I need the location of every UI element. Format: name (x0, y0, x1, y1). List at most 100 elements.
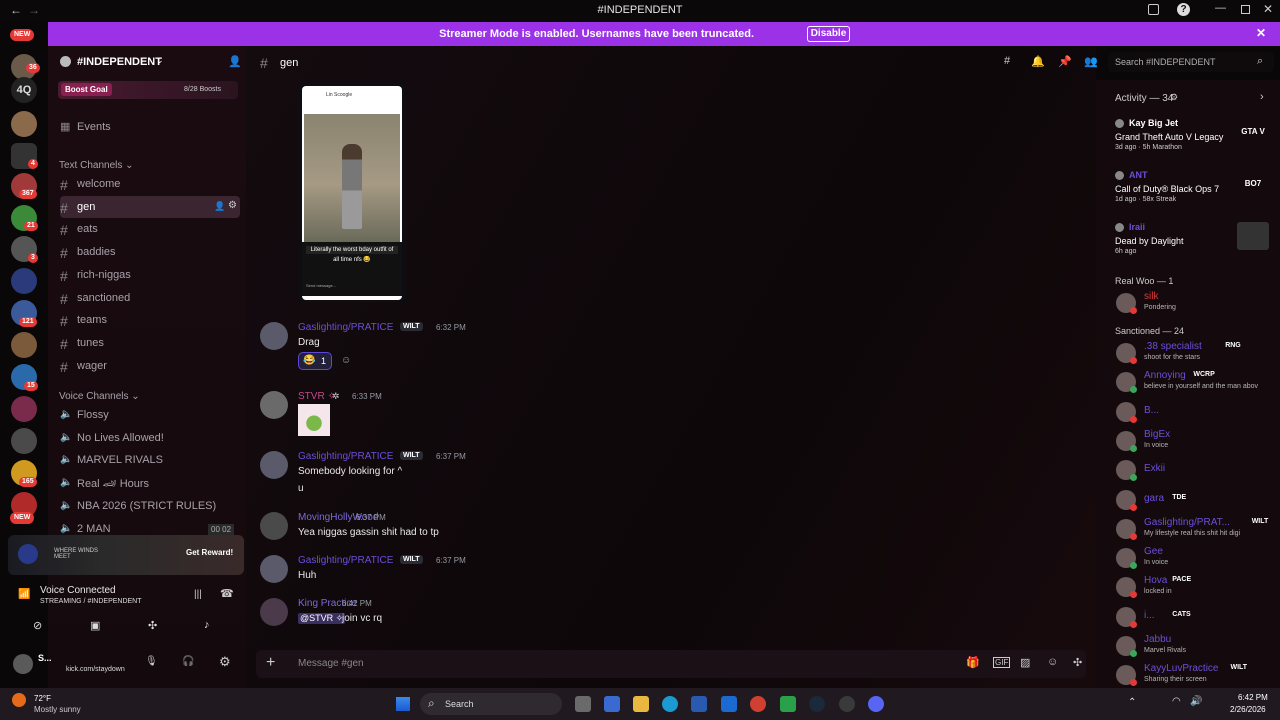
member-item[interactable]: B... (1096, 399, 1280, 429)
member-item[interactable]: Jabbu Marvel Rivals (1096, 633, 1280, 663)
gear-icon[interactable]: ⚙ (219, 654, 231, 670)
server-icon[interactable] (11, 428, 37, 454)
avatar[interactable] (1115, 119, 1124, 128)
chevron-right-icon[interactable]: › (1260, 91, 1264, 103)
member-item[interactable]: Hova PACE locked in (1096, 574, 1280, 604)
gift-icon[interactable]: 🎁 (966, 656, 980, 669)
channel-item-tunes[interactable]: # tunes (60, 332, 240, 354)
volume-icon[interactable]: 🔊 (1190, 696, 1202, 707)
message-author[interactable]: Gaslighting/PRATICE (298, 555, 393, 566)
channel-item-eats[interactable]: # eats (60, 218, 240, 240)
avatar[interactable] (13, 654, 33, 674)
channel-item-welcome[interactable]: # welcome (60, 173, 240, 195)
avatar[interactable] (260, 598, 288, 626)
channel-item-gen[interactable]: # gen 👤 ⚙ (60, 195, 240, 218)
clock-date[interactable]: 2/26/2026 (1230, 705, 1266, 714)
app-icon[interactable] (604, 696, 620, 712)
voice-channels-header[interactable]: Voice Channels ⌄ (59, 391, 140, 402)
boost-goal-bar[interactable]: Boost Goal 8/28 Boosts (58, 81, 238, 99)
inbox-icon[interactable] (1148, 4, 1159, 15)
pin-icon[interactable]: 📌 (1058, 55, 1072, 68)
avatar[interactable] (260, 512, 288, 540)
activity-user[interactable]: Iraii (1129, 222, 1145, 232)
avatar[interactable] (1115, 171, 1124, 180)
search-input[interactable]: Search #INDEPENDENT (1115, 57, 1216, 67)
server-name[interactable]: #INDEPENDENT (77, 56, 162, 68)
close-banner-icon[interactable]: ✕ (1256, 26, 1266, 40)
avatar[interactable] (260, 391, 288, 419)
gear-icon[interactable]: ⚙ (1170, 92, 1178, 103)
server-icon[interactable] (11, 332, 37, 358)
message-input[interactable]: Message #gen (298, 658, 364, 669)
store-icon[interactable] (691, 696, 707, 712)
wifi-icon[interactable]: ◠ (1172, 696, 1181, 707)
voice-channel-item[interactable]: 🔈 No Lives Allowed! (60, 427, 240, 449)
server-icon[interactable] (11, 268, 37, 294)
clock-time[interactable]: 6:42 PM (1238, 693, 1268, 702)
avatar[interactable] (1115, 223, 1124, 232)
edge-icon[interactable] (662, 696, 678, 712)
activity-user[interactable]: ANT (1129, 170, 1148, 180)
file-explorer-icon[interactable] (575, 696, 591, 712)
members-icon[interactable]: 👥 (1084, 55, 1098, 68)
maximize-icon[interactable] (1241, 5, 1250, 14)
channel-item-wager[interactable]: # wager (60, 355, 240, 377)
emoji-icon[interactable]: ☺ (1047, 656, 1058, 668)
activities-icon[interactable]: ✣ (148, 619, 157, 632)
member-item[interactable]: gara TDE (1096, 487, 1280, 517)
taskbar-search[interactable]: ⌕ Search (420, 693, 562, 715)
server-icon[interactable] (11, 396, 37, 422)
audio-icon[interactable]: ||| (194, 589, 202, 600)
plus-icon[interactable]: + (266, 654, 275, 672)
member-item[interactable]: Annoying WCRP believe in yourself and the … (1096, 369, 1280, 399)
screen-share-icon[interactable]: ▣ (90, 619, 100, 632)
folder-icon[interactable] (633, 696, 649, 712)
get-reward-button[interactable]: Get Reward! (186, 548, 233, 557)
microphone-icon[interactable]: 🎙 (145, 656, 158, 667)
tray-chevron-icon[interactable]: ⌃ (1128, 697, 1136, 708)
sticker-icon[interactable]: ▨ (1020, 656, 1030, 669)
server-icon-4q[interactable]: 4Q (11, 77, 37, 103)
member-item[interactable]: Gaslighting/PRAT... WILT My lifestyle real… (1096, 516, 1280, 546)
channel-item-baddies[interactable]: # baddies (60, 241, 240, 263)
message-author[interactable]: STVR ✧ (298, 391, 336, 402)
gif-icon[interactable]: GIF (993, 657, 1011, 668)
reaction[interactable]: 😂 1 ☺ (298, 352, 351, 370)
chevron-down-icon[interactable]: ⌄ (156, 55, 164, 66)
headphones-icon[interactable]: 🎧 (182, 656, 194, 667)
discord-icon[interactable] (868, 696, 884, 712)
composer[interactable]: + Message #gen 🎁 GIF ▨ ☺ ✣ (256, 650, 1086, 678)
message-author[interactable]: Gaslighting/PRATICE (298, 451, 393, 462)
voice-channel-item[interactable]: 🔈 NBA 2026 (STRICT RULES) (60, 495, 240, 517)
voice-channel-item[interactable]: 🔈 MARVEL RIVALS (60, 449, 240, 471)
avatar[interactable] (260, 555, 288, 583)
message-author[interactable]: Gaslighting/PRATICE (298, 322, 393, 333)
app-icon[interactable] (839, 696, 855, 712)
chrome-icon[interactable] (750, 696, 766, 712)
text-channels-header[interactable]: Text Channels ⌄ (59, 160, 134, 171)
search-box[interactable]: Search #INDEPENDENT ⌕ (1108, 52, 1274, 72)
weather-icon[interactable] (12, 693, 26, 707)
steam-icon[interactable] (809, 696, 825, 712)
events-item[interactable]: ▦ Events (60, 116, 240, 138)
member-item[interactable]: silk Pondering (1096, 290, 1280, 320)
add-user-icon[interactable]: 👤 (228, 55, 242, 68)
disconnect-icon[interactable]: ☎ (220, 587, 234, 600)
close-window-icon[interactable]: ✕ (1263, 2, 1273, 16)
bell-icon[interactable]: 🔔 (1031, 55, 1045, 68)
threads-icon[interactable]: # (1004, 55, 1010, 67)
disable-button[interactable]: Disable (807, 26, 850, 42)
minimize-icon[interactable]: — (1215, 2, 1226, 14)
channel-item-teams[interactable]: # teams (60, 309, 240, 331)
channel-item-rich-niggas[interactable]: # rich-niggas (60, 264, 240, 286)
add-reaction-icon[interactable]: ☺ (341, 355, 351, 366)
voice-channel-item[interactable]: 🔈 Real 🏎 Hours (60, 472, 240, 494)
member-item[interactable]: Exkii (1096, 457, 1280, 487)
avatar[interactable] (260, 451, 288, 479)
gear-icon[interactable]: ⚙ (228, 200, 237, 211)
start-icon[interactable] (396, 697, 410, 711)
mention[interactable]: @STVR ✧ (298, 613, 346, 624)
voice-channel-item[interactable]: 🔈 Flossy (60, 404, 240, 426)
server-icon[interactable] (11, 111, 37, 137)
member-item[interactable]: BigEx In voice (1096, 428, 1280, 458)
